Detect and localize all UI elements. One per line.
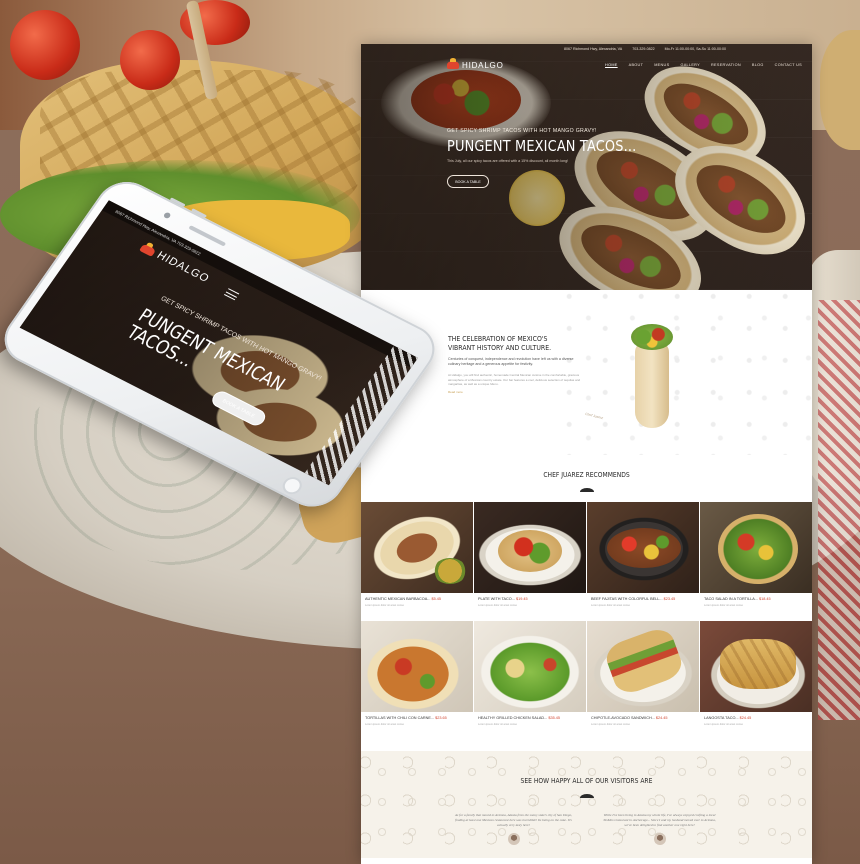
menu-item-price: $24.45 (739, 716, 752, 720)
hours-text: Mo-Fr 11:00-00:00, Sa-Su 11:00-00:00 (664, 47, 726, 51)
menu-item[interactable]: AUTHENTIC MEXICAN BARBACOA... $5.45 Lore… (361, 502, 473, 621)
desktop-site-mockup: 8067 Richmond Hwy, Alexandria, VA 703-32… (361, 44, 812, 864)
brand-name: HIDALGO (462, 60, 504, 70)
home-button[interactable] (279, 474, 306, 498)
menu-item-photo (700, 502, 812, 593)
menu-item[interactable]: TORTILLAS WITH CHILI CON CARNE... $23.65… (361, 621, 473, 740)
menu-item-name: BEEF FAJITAS WITH COLORFUL BELL... (591, 597, 663, 601)
menu-item[interactable]: HEALTHY GRILLED CHICKEN SALAD... $35.45 … (474, 621, 586, 740)
menu-item-desc: Lorem ipsum dolor sit amet conse (478, 723, 517, 726)
main-navbar: HIDALGO HOME ABOUT MENUS GALLERY RESERVA… (361, 54, 812, 76)
menu-item[interactable]: BEEF FAJITAS WITH COLORFUL BELL... $23.4… (587, 502, 699, 621)
menu-item-photo (474, 621, 586, 712)
menu-item-name: TACO SALAD IN A TORTILLA... (704, 597, 758, 601)
menu-item-name: PLATE WITH TACO... (478, 597, 515, 601)
nav-item-home[interactable]: HOME (605, 63, 618, 67)
book-table-button[interactable]: BOOK A TABLE (447, 175, 489, 188)
nav-item-contact[interactable]: CONTACT US (775, 63, 802, 67)
nav-menu: HOME ABOUT MENUS GALLERY RESERVATION BLO… (605, 63, 802, 67)
hero-text: GET SPICY SHRIMP TACOS WITH HOT MANGO GR… (447, 128, 667, 188)
menu-item-price: $24.45 (655, 716, 668, 720)
read-more-link[interactable]: Read more (448, 390, 583, 394)
avatar (507, 833, 520, 846)
nav-item-menus[interactable]: MENUS (654, 63, 669, 67)
menu-item-desc: Lorem ipsum dolor sit amet conse (365, 723, 404, 726)
testimonials-section: SEE HOW HAPPY ALL OF OUR VISITORS ARE As… (361, 751, 812, 858)
address-text: 8067 Richmond Hwy, Alexandria, VA (564, 47, 623, 51)
mustache-icon (579, 794, 594, 798)
hero-kicker: GET SPICY SHRIMP TACOS WITH HOT MANGO GR… (447, 128, 597, 134)
volume-button[interactable] (191, 208, 208, 218)
testimonials-title: SEE HOW HAPPY ALL OF OUR VISITORS ARE (520, 777, 653, 785)
menu-item-photo (587, 502, 699, 593)
mustache-icon (579, 488, 594, 492)
menu-item-name: LANGOSTA TACO... (704, 716, 739, 720)
testimonial-card: While I've been living in Alaska my whol… (600, 813, 720, 846)
menu-item-price: $23.65 (435, 716, 447, 720)
hero-slider: 8067 Richmond Hwy, Alexandria, VA 703-32… (361, 44, 812, 290)
menu-item-price: $19.45 (515, 597, 528, 601)
menu-item[interactable]: TACO SALAD IN A TORTILLA... $18.45 Lorem… (700, 502, 812, 621)
menu-item-price: $35.45 (548, 716, 560, 720)
menu-item-desc: Lorem ipsum dolor sit amet conse (591, 604, 630, 607)
testimonial-quotes: As for a family that moved to Arizona, A… (361, 813, 812, 846)
menu-item-price: $23.45 (663, 597, 676, 601)
chef-recommends-heading: CHEF JUAREZ RECOMMENDS (361, 455, 812, 502)
hero-title: PUNGENT MEXICAN TACOS... (447, 137, 637, 155)
top-info-bar: 8067 Richmond Hwy, Alexandria, VA 703-32… (361, 44, 812, 54)
menu-item-price: $5.45 (431, 597, 441, 601)
testimonial-text: While I've been living in Alaska my whol… (603, 813, 716, 828)
menu-item-desc: Lorem ipsum dolor sit amet conse (591, 723, 630, 726)
burrito-image (629, 318, 675, 428)
testimonial-text: As for a family that moved to Arizona, A… (454, 813, 573, 828)
menu-grid: AUTHENTIC MEXICAN BARBACOA... $5.45 Lore… (361, 502, 812, 740)
menu-item[interactable]: LANGOSTA TACO... $24.45 Lorem ipsum dolo… (700, 621, 812, 740)
nav-item-reservation[interactable]: RESERVATION (711, 63, 741, 67)
menu-item-name: HEALTHY GRILLED CHICKEN SALAD... (478, 716, 548, 720)
menu-item-desc: Lorem ipsum dolor sit amet conse (704, 723, 743, 726)
volume-button[interactable] (169, 197, 186, 208)
front-camera-icon (162, 211, 172, 220)
avatar (653, 833, 666, 846)
menu-item-desc: Lorem ipsum dolor sit amet conse (478, 604, 517, 607)
nav-item-gallery[interactable]: GALLERY (680, 63, 700, 67)
nav-item-blog[interactable]: BLOG (752, 63, 764, 67)
menu-item-price: $18.45 (759, 597, 771, 601)
menu-item-photo (587, 621, 699, 712)
chef-title: CHEF JUAREZ RECOMMENDS (543, 471, 630, 479)
menu-item[interactable]: CHIPOTLE-AVOCADO SANDWICH... $24.45 Lore… (587, 621, 699, 740)
tomato (10, 10, 80, 80)
testimonial-card: As for a family that moved to Arizona, A… (454, 813, 574, 846)
phone-text[interactable]: 703-329-0822 (632, 47, 654, 51)
menu-item-name: AUTHENTIC MEXICAN BARBACOA... (365, 597, 431, 601)
menu-item-photo (361, 502, 473, 593)
tomato (120, 30, 180, 90)
menu-item-name: TORTILLAS WITH CHILI CON CARNE... (365, 716, 435, 720)
menu-item[interactable]: PLATE WITH TACO... $19.45 Lorem ipsum do… (474, 502, 586, 621)
menu-item-desc: Lorem ipsum dolor sit amet conse (365, 604, 404, 607)
menu-item-desc: Lorem ipsum dolor sit amet conse (704, 604, 743, 607)
sombrero-icon (447, 58, 459, 69)
hero-subtitle: This July, all our spicy tacos are offer… (447, 159, 569, 163)
menu-item-photo (700, 621, 812, 712)
brand-logo[interactable]: HIDALGO (447, 58, 504, 70)
menu-item-photo (361, 621, 473, 712)
menu-item-photo (474, 502, 586, 593)
nav-item-about[interactable]: ABOUT (629, 63, 644, 67)
menu-item-name: CHIPOTLE-AVOCADO SANDWICH... (591, 716, 655, 720)
